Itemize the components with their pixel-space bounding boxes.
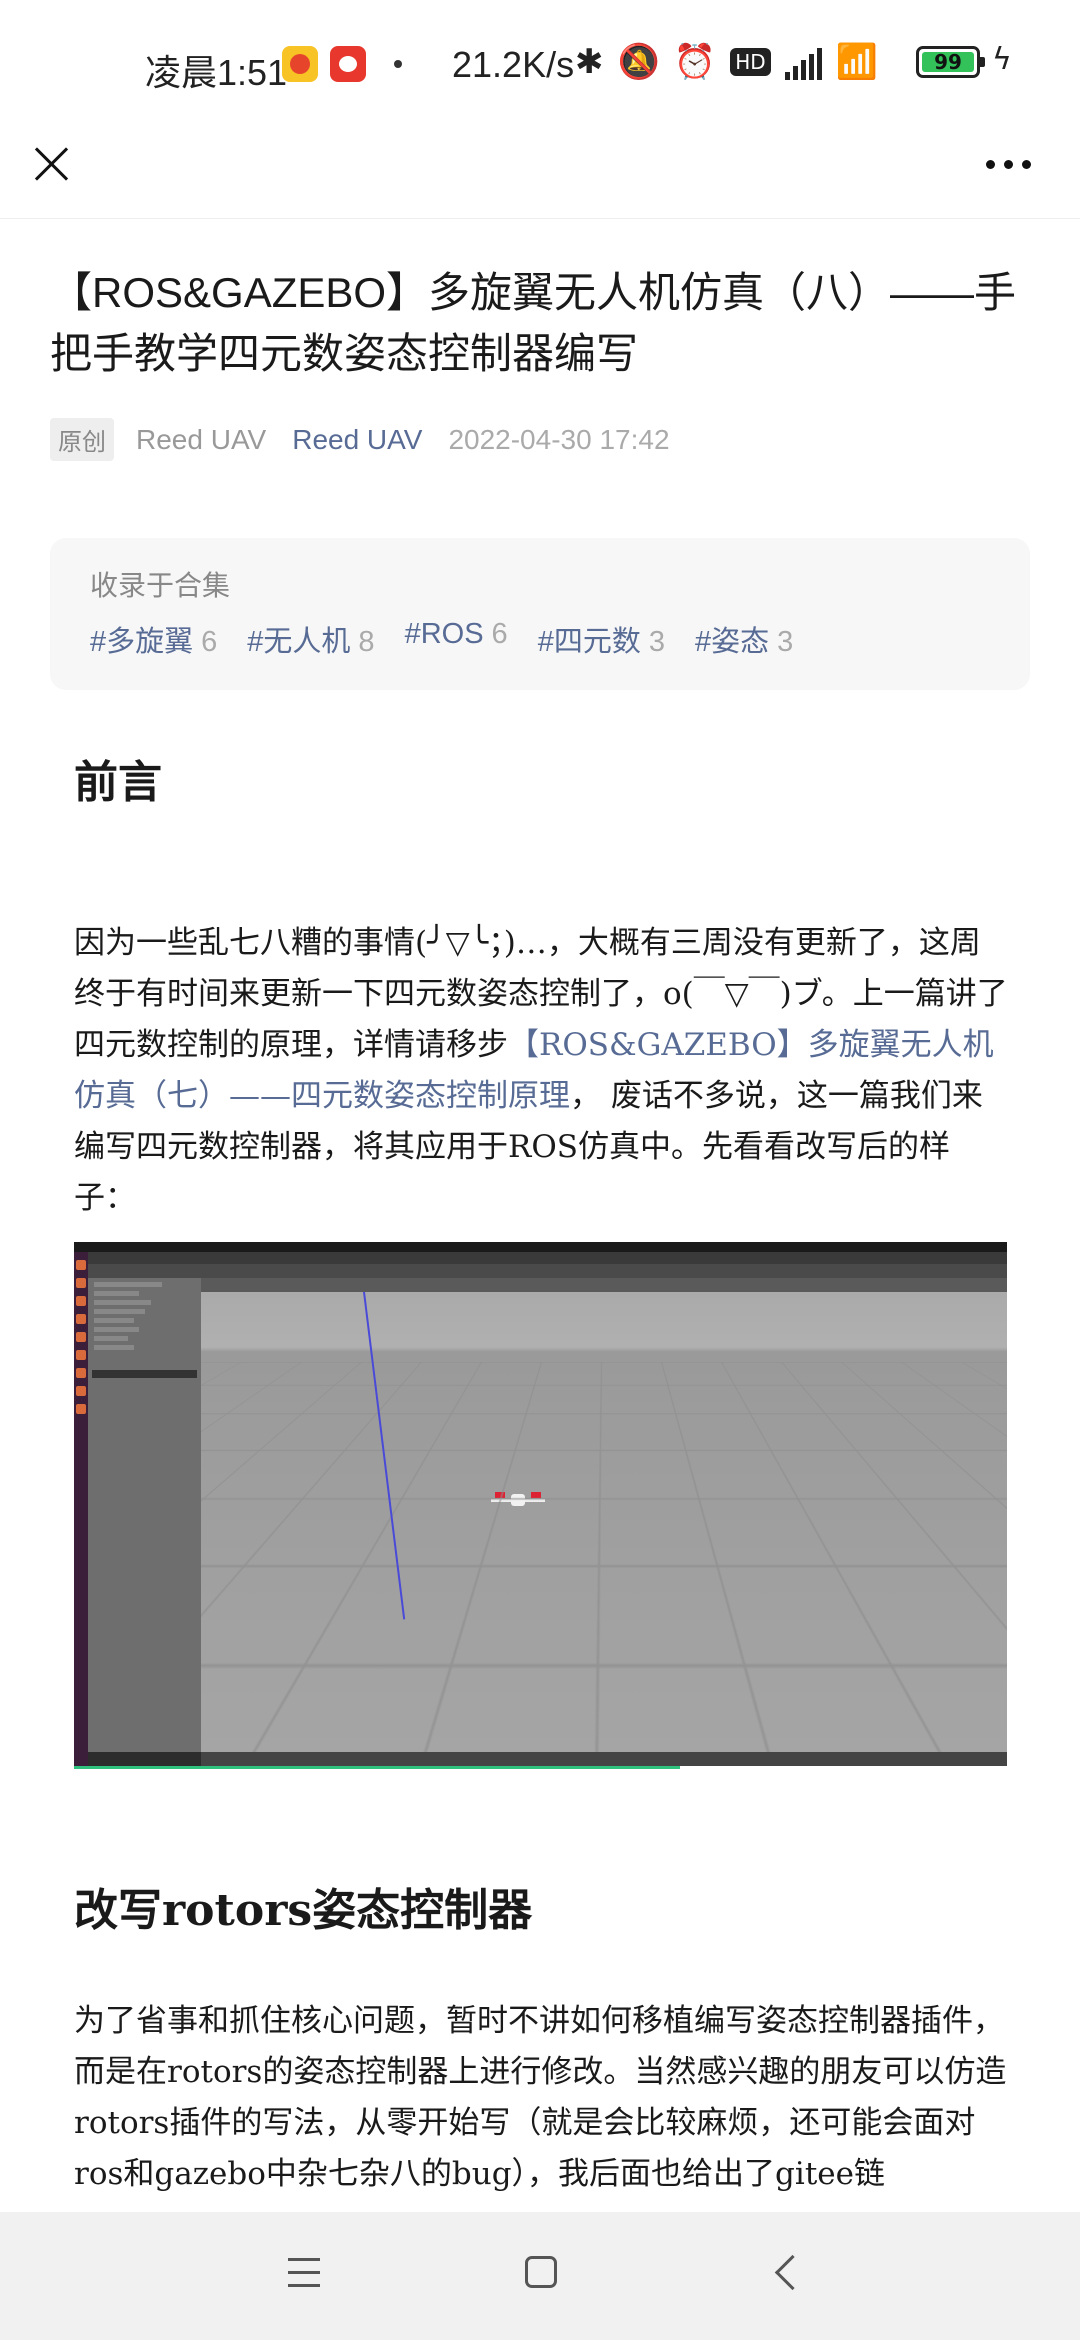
battery-icon: 99 <box>916 46 985 78</box>
status-bar: 凌晨1:51 21.2K/s ✱ 🔕 ⏰ HD 📶 99 ϟ <box>0 0 1080 130</box>
app-notification-icon-2 <box>330 46 366 82</box>
recent-apps-icon[interactable] <box>288 2258 320 2288</box>
app-notification-icon <box>282 46 318 82</box>
status-time: 凌晨1:51 <box>145 52 288 93</box>
section-heading: 改写rotors姿态控制器 <box>74 1885 533 1936</box>
publish-date: 2022-04-30 17:42 <box>448 423 670 455</box>
account-link[interactable]: Reed UAV <box>292 424 422 456</box>
more-notifications-dot <box>394 60 402 68</box>
wifi-icon: 📶 <box>835 42 878 82</box>
collection-tag[interactable]: #姿态 3 <box>695 618 793 660</box>
hd-icon: HD <box>730 48 771 76</box>
collection-label: 收录于合集 <box>90 570 231 601</box>
collection-tag[interactable]: #无人机 8 <box>247 618 374 660</box>
original-badge: 原创 <box>50 418 114 461</box>
battery-level: 99 <box>934 50 962 74</box>
section-heading: 前言 <box>74 757 162 808</box>
5g-signal-icon <box>784 44 822 80</box>
home-icon[interactable] <box>525 2256 557 2288</box>
network-speed: 21.2K/s <box>452 44 575 85</box>
system-nav-bar <box>0 2212 1080 2340</box>
gif-progress-bar <box>74 1766 680 1769</box>
article-meta: 原创 Reed UAV Reed UAV 2022-04-30 17:42 <box>50 418 670 461</box>
status-icons: ✱ 🔕 ⏰ HD 📶 <box>575 40 878 84</box>
collection-tag[interactable]: #多旋翼 6 <box>90 618 217 660</box>
collection-card: 收录于合集 #多旋翼 6 #无人机 8 #ROS 6 #四元数 3 #姿态 3 <box>50 538 1030 690</box>
charging-icon: ϟ <box>992 42 1012 77</box>
alarm-icon: ⏰ <box>673 42 717 82</box>
collection-tags: #多旋翼 6 #无人机 8 #ROS 6 #四元数 3 #姿态 3 <box>90 618 793 660</box>
mute-icon: 🔕 <box>617 42 660 82</box>
collection-tag[interactable]: #ROS 6 <box>405 618 508 660</box>
simulation-gif[interactable] <box>74 1242 1007 1766</box>
close-icon[interactable] <box>26 138 76 188</box>
drone-model <box>491 1492 545 1508</box>
body-paragraph: 为了省事和抓住核心问题，暂时不讲如何移植编写姿态控制器插件，而是在rotors的… <box>74 2003 1007 2192</box>
author-name: Reed UAV <box>136 423 267 455</box>
back-icon[interactable] <box>774 2254 811 2291</box>
article-title: 【ROS&GAZEBO】多旋翼无人机仿真（八）——手把手教学四元数姿态控制器编写 <box>50 269 1017 377</box>
collection-tag[interactable]: #四元数 3 <box>538 618 665 660</box>
more-options-icon[interactable] <box>986 154 1046 174</box>
intro-paragraph: 因为一些乱七八糟的事情(╯▽╰；)…，大概有三周没有更新了，这周终于有时间来更新… <box>74 925 1008 1216</box>
top-nav <box>0 130 1080 219</box>
bluetooth-icon: ✱ <box>575 42 604 82</box>
